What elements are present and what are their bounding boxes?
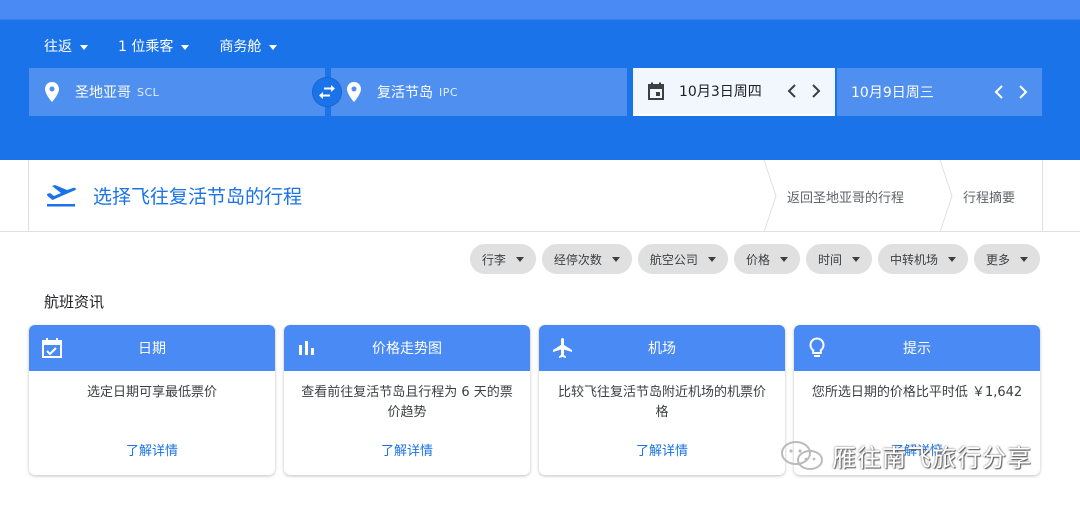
caret-down-icon xyxy=(947,256,956,262)
caret-down-icon xyxy=(851,256,860,262)
caret-down-icon xyxy=(269,44,278,50)
watermark-text: 雁往南飞旅行分享 xyxy=(832,444,1032,472)
chevron-right-icon[interactable] xyxy=(1018,85,1028,99)
filter-label: 时间 xyxy=(817,252,842,267)
breadcrumb-separator xyxy=(763,160,777,232)
filter-times[interactable]: 时间 xyxy=(805,244,872,274)
filter-bar: 行李 经停次数 航空公司 价格 时间 中转机场 更多 xyxy=(469,244,1040,274)
step-title: 选择飞往复活节岛的行程 xyxy=(93,186,303,208)
caret-down-icon xyxy=(707,256,716,262)
filter-connecting-airports[interactable]: 中转机场 xyxy=(877,244,968,274)
caret-down-icon xyxy=(779,256,788,262)
card-body: 您所选日期的价格比平时低 ￥1,642 xyxy=(811,385,1023,400)
card-price-graph[interactable]: 价格走势图 查看前往复活节岛且行程为 6 天的票价趋势 了解详情 xyxy=(284,325,530,475)
lightbulb-icon xyxy=(809,337,825,357)
calendar-icon xyxy=(648,82,664,100)
location-pin-icon xyxy=(45,82,59,102)
chevron-right-icon[interactable] xyxy=(811,84,821,98)
learn-more-link[interactable]: 了解详情 xyxy=(539,440,785,459)
top-strip xyxy=(0,0,1080,20)
card-title: 日期 xyxy=(138,341,166,357)
caret-down-icon xyxy=(515,256,524,262)
filter-stops[interactable]: 经停次数 xyxy=(541,244,632,274)
trip-type-label: 往返 xyxy=(44,39,72,55)
card-title: 价格走势图 xyxy=(372,341,442,357)
caret-down-icon xyxy=(1020,256,1028,262)
origin-field[interactable]: 圣地亚哥 SCL xyxy=(29,68,325,116)
card-body: 选定日期可享最低票价 xyxy=(86,385,217,400)
crumb-trip-summary[interactable]: 行程摘要 xyxy=(963,160,1015,232)
filter-airlines[interactable]: 航空公司 xyxy=(637,244,728,274)
crumb-return-trip[interactable]: 返回圣地亚哥的行程 xyxy=(787,160,904,232)
filter-bags[interactable]: 行李 xyxy=(469,244,536,274)
card-header: 价格走势图 xyxy=(284,325,530,371)
return-date-field[interactable]: 10月9日周三 xyxy=(837,68,1042,116)
filter-label: 中转机场 xyxy=(889,252,938,267)
airplane-icon xyxy=(553,338,572,358)
card-header: 日期 xyxy=(29,325,275,371)
chevron-left-icon[interactable] xyxy=(994,85,1004,99)
filter-price[interactable]: 价格 xyxy=(733,244,800,274)
card-airports[interactable]: 机场 比较飞往复活节岛附近机场的机票价格 了解详情 xyxy=(539,325,785,475)
depart-date: 10月3日周四 xyxy=(679,84,762,100)
breadcrumb-separator xyxy=(939,160,953,232)
learn-more-link[interactable]: 了解详情 xyxy=(29,440,275,459)
destination-city: 复活节岛 xyxy=(377,85,433,101)
filter-label: 航空公司 xyxy=(649,252,698,267)
card-body: 查看前往复活节岛且行程为 6 天的票价趋势 xyxy=(301,385,513,420)
destination-code: IPC xyxy=(439,85,459,99)
card-title: 提示 xyxy=(903,341,931,357)
bar-chart-icon xyxy=(299,341,314,355)
swap-arrows-icon xyxy=(319,85,335,99)
calendar-check-icon xyxy=(42,338,62,358)
card-title: 机场 xyxy=(648,341,676,357)
card-header: 机场 xyxy=(539,325,785,371)
step-bar: 选择飞往复活节岛的行程 返回圣地亚哥的行程 行程摘要 xyxy=(28,160,1043,232)
chevron-left-icon[interactable] xyxy=(787,84,797,98)
cabin-label: 商务舱 xyxy=(219,39,262,55)
passengers-dropdown[interactable]: 1 位乘客 xyxy=(118,36,190,56)
origin-code: SCL xyxy=(137,85,160,99)
depart-date-field[interactable]: 10月3日周四 xyxy=(633,68,835,116)
return-date: 10月9日周三 xyxy=(851,85,934,101)
origin-city: 圣地亚哥 xyxy=(75,85,131,101)
card-dates[interactable]: 日期 选定日期可享最低票价 了解详情 xyxy=(29,325,275,475)
location-pin-icon xyxy=(347,82,361,102)
filter-label: 更多 xyxy=(985,252,1010,267)
passengers-label: 1 位乘客 xyxy=(118,39,174,55)
filter-label: 行李 xyxy=(481,252,506,267)
divider xyxy=(0,231,1080,232)
learn-more-link[interactable]: 了解详情 xyxy=(284,440,530,459)
watermark: 雁往南飞旅行分享 xyxy=(780,438,1032,473)
filter-label: 价格 xyxy=(745,252,770,267)
swap-button[interactable] xyxy=(312,77,342,107)
caret-down-icon xyxy=(611,256,620,262)
caret-down-icon xyxy=(181,44,190,50)
trip-type-dropdown[interactable]: 往返 xyxy=(44,36,88,56)
wechat-icon xyxy=(781,440,823,470)
destination-field[interactable]: 复活节岛 IPC xyxy=(331,68,627,116)
section-title: 航班资讯 xyxy=(44,293,105,311)
departure-plane-icon xyxy=(47,185,76,207)
filter-more[interactable]: 更多 xyxy=(973,244,1040,274)
card-body: 比较飞往复活节岛附近机场的机票价格 xyxy=(557,385,766,420)
search-options: 往返 1 位乘客 商务舱 xyxy=(44,36,307,56)
caret-down-icon xyxy=(80,44,88,50)
card-header: 提示 xyxy=(794,325,1040,371)
cabin-dropdown[interactable]: 商务舱 xyxy=(219,36,278,56)
filter-label: 经停次数 xyxy=(553,252,602,267)
